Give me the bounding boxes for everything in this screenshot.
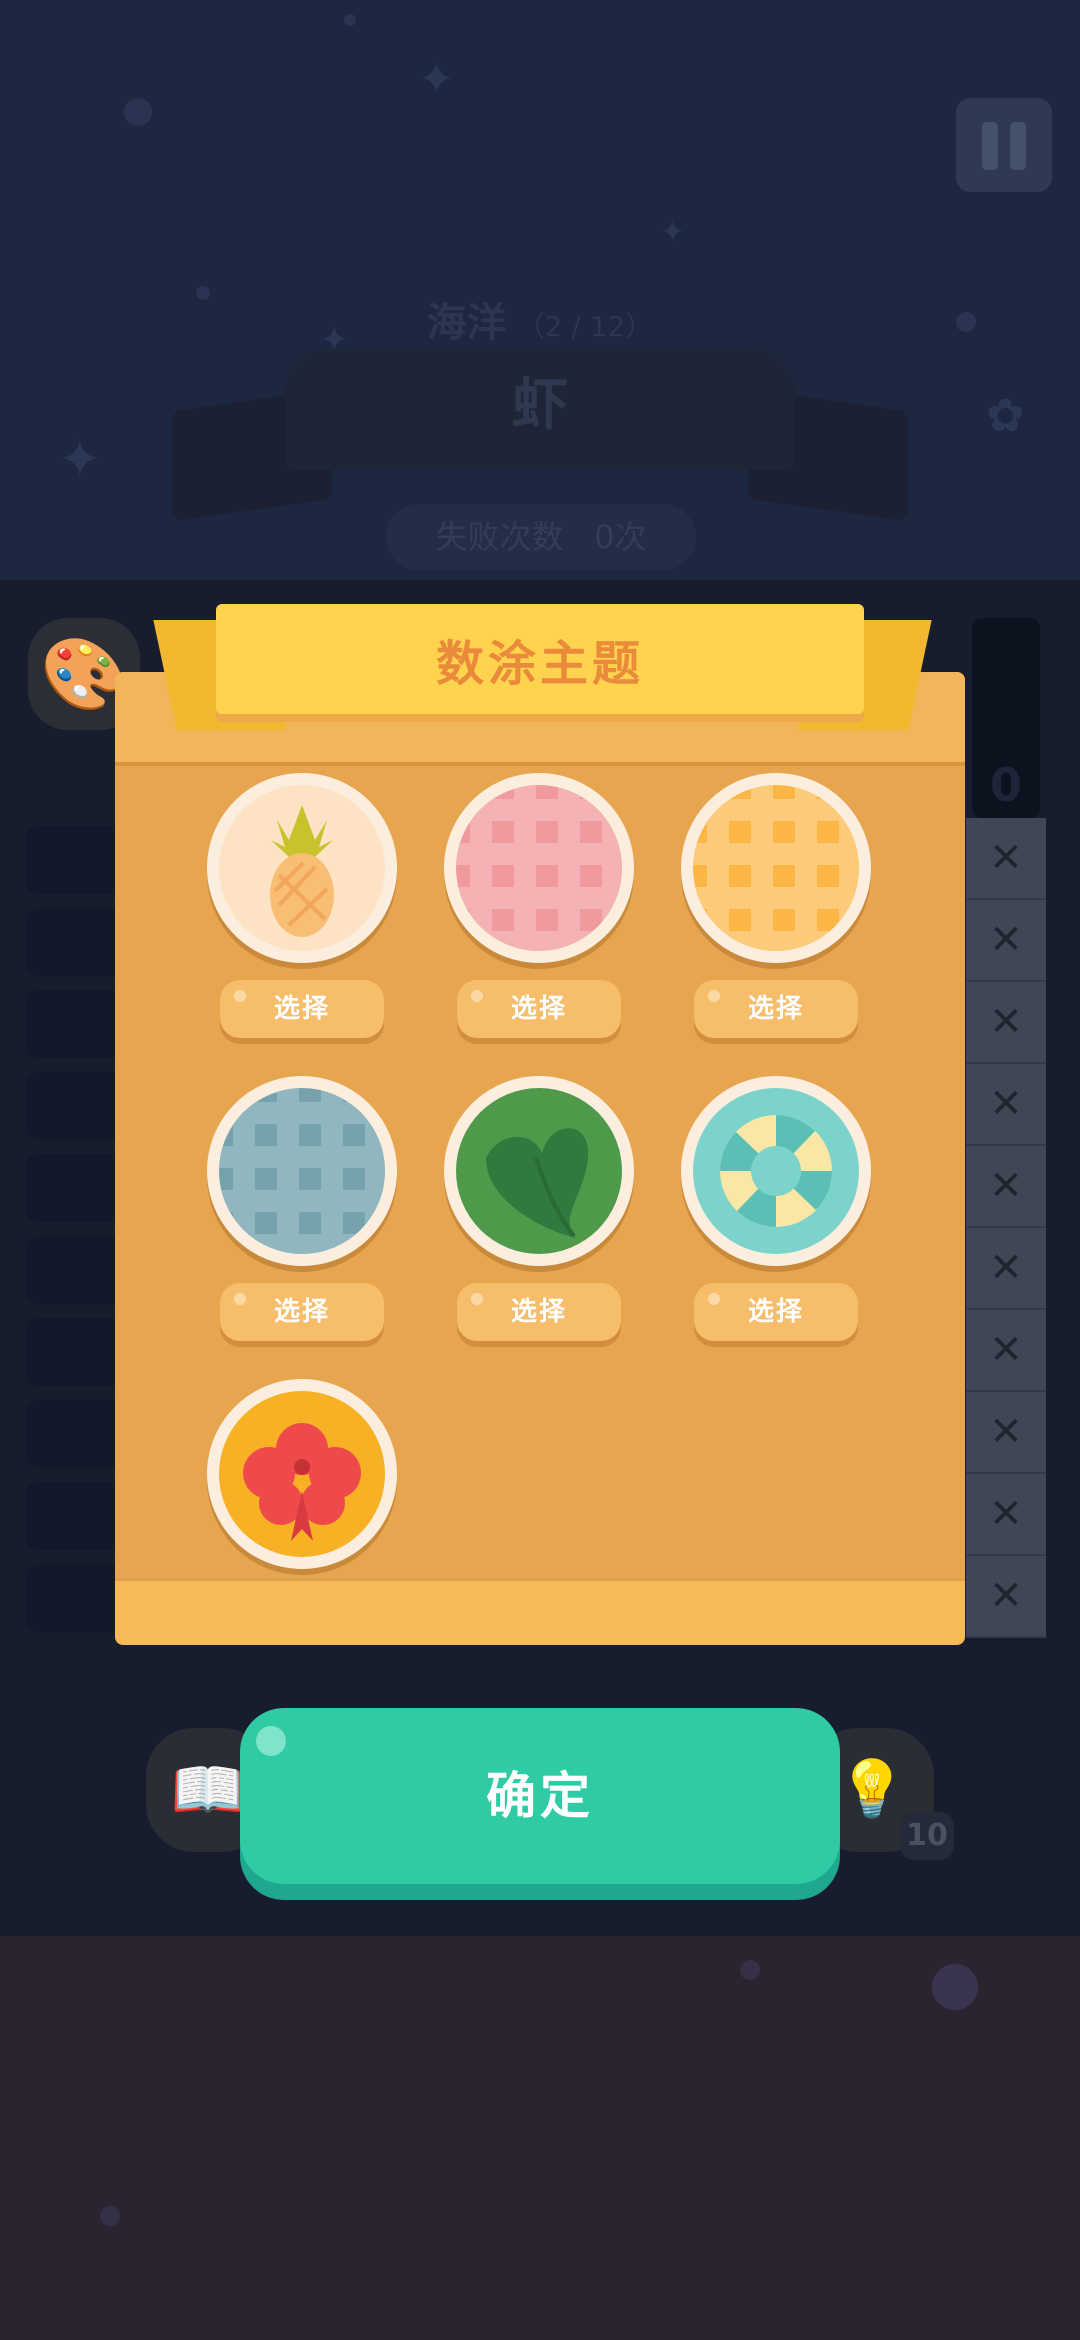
decor-dot [932,1964,978,2010]
row-clue-slot [26,826,126,894]
decor-dot [124,98,152,126]
grid-cell-x[interactable]: ✕ [966,1392,1046,1474]
lifebuoy-icon [693,1088,859,1254]
theme-teal-lifebuoy[interactable] [681,1076,871,1266]
row-clue-slot [26,1564,126,1632]
theme-orange-plaid[interactable] [681,773,871,963]
pink-plaid-pattern [456,785,622,951]
hint-count-badge: 10 [900,1812,954,1860]
fail-counter: 失败次数 0次 [386,504,696,570]
pineapple-icon [219,785,385,951]
confirm-highlight [256,1726,286,1756]
select-button-teal-lifebuoy[interactable]: 选择 [694,1283,858,1341]
dialog-footer-strip [115,1578,965,1645]
decor-dot [740,1960,760,1980]
theme-hibiscus[interactable] [207,1379,397,1569]
row-clue-slot [26,1072,126,1140]
grid-cell-x[interactable]: ✕ [966,982,1046,1064]
decor-dot [100,2206,120,2226]
row-clue-slot [26,908,126,976]
row-clue-slot [26,990,126,1058]
level-progress: （2 / 12） [516,310,654,343]
pause-icon [1010,122,1026,170]
level-name: 海洋 [426,300,507,346]
grid-cell-x[interactable]: ✕ [966,1556,1046,1638]
sparkle-icon: ✦ [418,54,455,105]
blue-plaid-pattern [219,1088,385,1254]
row-clue-slot [26,1318,126,1386]
row-clue-slot [26,1400,126,1468]
leaf-icon [456,1088,622,1254]
column-clue: 0 [972,618,1040,818]
target-word: 虾 [512,373,568,438]
row-clue-slot [26,1236,126,1304]
theme-pink-plaid[interactable] [444,773,634,963]
select-button-blue-plaid[interactable]: 选择 [220,1283,384,1341]
row-clue-slot [26,1154,126,1222]
pause-button[interactable] [956,98,1052,192]
select-button-pink-plaid[interactable]: 选择 [457,980,621,1038]
grid-cell-x[interactable]: ✕ [966,1228,1046,1310]
grid-cell-x[interactable]: ✕ [966,900,1046,982]
decor-dot [344,14,356,26]
fail-label: 失败次数 [435,518,564,556]
grid-cell-x[interactable]: ✕ [966,1474,1046,1556]
select-button-pineapple[interactable]: 选择 [220,980,384,1038]
select-button-green-leaf[interactable]: 选择 [457,1283,621,1341]
grid-cell-x[interactable]: ✕ [966,1064,1046,1146]
grid-cell-x[interactable]: ✕ [966,1310,1046,1392]
bottom-background [0,1936,1080,2340]
theme-blue-plaid[interactable] [207,1076,397,1266]
theme-green-leaf[interactable] [444,1076,634,1266]
row-clue-slot [26,1482,126,1550]
theme-pineapple[interactable] [207,773,397,963]
book-icon: 📖 [170,1755,246,1825]
dialog-title: 数涂主题 [435,636,644,692]
grid-cell-x[interactable]: ✕ [966,818,1046,900]
orange-plaid-pattern [693,785,859,951]
hibiscus-icon [219,1391,385,1557]
grid-cell-x[interactable]: ✕ [966,1146,1046,1228]
confirm-button[interactable]: 确定 [240,1708,840,1884]
fail-count: 0次 [594,518,647,556]
sparkle-icon: ✦ [660,215,686,250]
pause-icon [982,122,998,170]
select-button-orange-plaid[interactable]: 选择 [694,980,858,1038]
level-title: 海洋 （2 / 12） [0,290,1080,348]
flower-icon: ✿ [986,388,1025,442]
lightbulb-icon: 💡 [837,1757,907,1822]
sparkle-icon: ✦ [58,430,102,490]
